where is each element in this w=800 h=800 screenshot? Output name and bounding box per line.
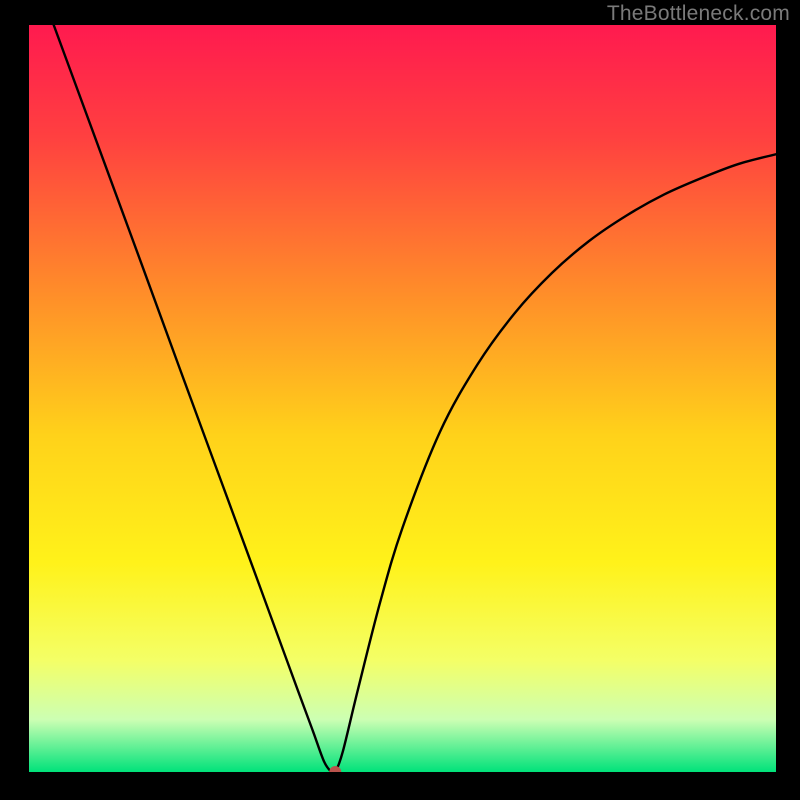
chart-frame: TheBottleneck.com [0,0,800,800]
plot-area [29,25,776,772]
chart-background [29,25,776,772]
watermark-text: TheBottleneck.com [607,2,790,26]
chart-svg [29,25,776,772]
